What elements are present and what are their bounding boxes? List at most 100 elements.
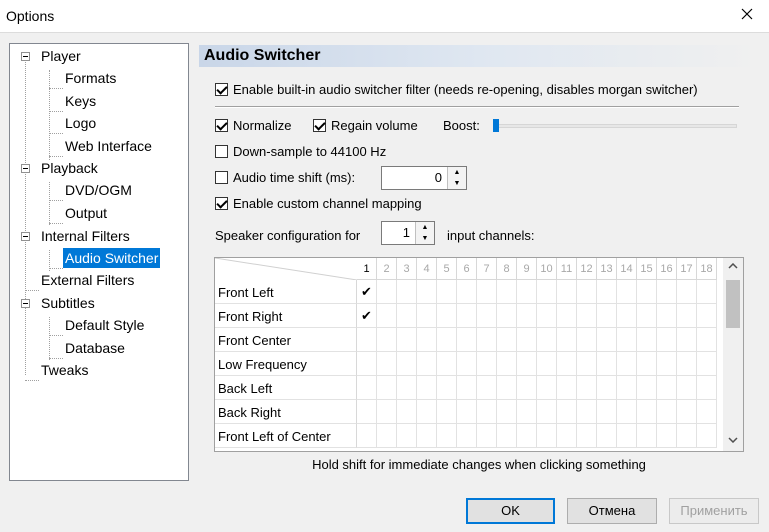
mapping-cell[interactable] xyxy=(457,400,477,424)
mapping-cell[interactable] xyxy=(637,304,657,328)
mapping-cell[interactable] xyxy=(657,304,677,328)
mapping-cell[interactable] xyxy=(637,424,657,448)
mapping-cell[interactable] xyxy=(617,304,637,328)
tree-item-dvd-ogm[interactable]: DVD/OGM xyxy=(65,180,132,200)
speaker-config-spinner[interactable]: 1 ▲ ▼ xyxy=(381,221,435,245)
tree-item-tweaks[interactable]: Tweaks xyxy=(41,360,88,380)
mapping-cell[interactable] xyxy=(577,352,597,376)
mapping-cell[interactable] xyxy=(357,424,377,448)
mapping-cell[interactable]: ✔ xyxy=(357,280,377,304)
mapping-cell[interactable] xyxy=(577,304,597,328)
tree-item-web-interface[interactable]: Web Interface xyxy=(65,136,152,156)
mapping-cell[interactable] xyxy=(597,280,617,304)
mapping-cell[interactable] xyxy=(517,352,537,376)
mapping-cell[interactable] xyxy=(377,304,397,328)
mapping-cell[interactable] xyxy=(677,328,697,352)
ok-button[interactable]: OK xyxy=(466,498,555,524)
mapping-cell[interactable] xyxy=(537,352,557,376)
mapping-cell[interactable] xyxy=(557,328,577,352)
mapping-cell[interactable] xyxy=(477,400,497,424)
mapping-cell[interactable] xyxy=(497,400,517,424)
mapping-cell[interactable] xyxy=(597,304,617,328)
mapping-cell[interactable] xyxy=(617,280,637,304)
mapping-cell[interactable] xyxy=(497,280,517,304)
mapping-cell[interactable] xyxy=(437,376,457,400)
mapping-cell[interactable]: ✔ xyxy=(357,304,377,328)
checkbox-box[interactable] xyxy=(215,83,228,96)
mapping-cell[interactable] xyxy=(517,400,537,424)
tree-item-output[interactable]: Output xyxy=(65,203,107,223)
mapping-cell[interactable] xyxy=(557,352,577,376)
tree-item-formats[interactable]: Formats xyxy=(65,68,116,88)
mapping-cell[interactable] xyxy=(677,376,697,400)
minus-icon[interactable] xyxy=(21,232,30,241)
mapping-cell[interactable] xyxy=(597,424,617,448)
mapping-cell[interactable] xyxy=(457,304,477,328)
scrollbar-thumb[interactable] xyxy=(726,280,740,328)
mapping-cell[interactable] xyxy=(637,352,657,376)
mapping-cell[interactable] xyxy=(397,424,417,448)
mapping-cell[interactable] xyxy=(437,424,457,448)
mapping-cell[interactable] xyxy=(537,424,557,448)
checkbox-box[interactable] xyxy=(313,119,326,132)
boost-slider-thumb[interactable] xyxy=(493,119,499,132)
mapping-cell[interactable] xyxy=(377,328,397,352)
mapping-cell[interactable] xyxy=(697,352,717,376)
mapping-cell[interactable] xyxy=(477,376,497,400)
mapping-cell[interactable] xyxy=(517,280,537,304)
mapping-cell[interactable] xyxy=(477,328,497,352)
mapping-cell[interactable] xyxy=(677,424,697,448)
mapping-cell[interactable] xyxy=(497,424,517,448)
mapping-cell[interactable] xyxy=(497,328,517,352)
mapping-cell[interactable] xyxy=(537,400,557,424)
mapping-cell[interactable] xyxy=(657,280,677,304)
mapping-cell[interactable] xyxy=(577,424,597,448)
mapping-cell[interactable] xyxy=(577,376,597,400)
tree-item-audio-switcher[interactable]: Audio Switcher xyxy=(63,248,161,268)
mapping-cell[interactable] xyxy=(357,400,377,424)
mapping-cell[interactable] xyxy=(517,424,537,448)
mapping-cell[interactable] xyxy=(437,304,457,328)
mapping-cell[interactable] xyxy=(457,424,477,448)
mapping-cell[interactable] xyxy=(537,304,557,328)
tree-item-subtitles[interactable]: Subtitles xyxy=(41,293,95,313)
channel-mapping-grid[interactable]: 1 2 3 4 5 6 7 8 9 10 11 12 13 14 15 16 17 18 Front Left ✔ Fr… xyxy=(214,257,744,452)
mapping-cell[interactable] xyxy=(537,376,557,400)
mapping-cell[interactable] xyxy=(597,352,617,376)
mapping-cell[interactable] xyxy=(577,280,597,304)
mapping-cell[interactable] xyxy=(557,376,577,400)
arrow-down-icon[interactable]: ▼ xyxy=(416,233,434,244)
tree-item-playback[interactable]: Playback xyxy=(41,158,98,178)
mapping-cell[interactable] xyxy=(437,352,457,376)
time-shift-spinner[interactable]: 0 ▲ ▼ xyxy=(381,166,467,190)
checkbox-box[interactable] xyxy=(215,119,228,132)
minus-icon[interactable] xyxy=(21,299,30,308)
mapping-cell[interactable] xyxy=(397,280,417,304)
mapping-cell[interactable] xyxy=(377,400,397,424)
mapping-cell[interactable] xyxy=(517,376,537,400)
mapping-cell[interactable] xyxy=(437,400,457,424)
mapping-cell[interactable] xyxy=(597,400,617,424)
mapping-cell[interactable] xyxy=(697,376,717,400)
mapping-cell[interactable] xyxy=(617,400,637,424)
mapping-cell[interactable] xyxy=(477,352,497,376)
mapping-cell[interactable] xyxy=(557,400,577,424)
mapping-cell[interactable] xyxy=(657,352,677,376)
mapping-cell[interactable] xyxy=(637,400,657,424)
mapping-cell[interactable] xyxy=(517,328,537,352)
boost-slider-track[interactable] xyxy=(493,124,737,128)
cancel-button[interactable]: Отмена xyxy=(567,498,657,524)
mapping-cell[interactable] xyxy=(657,328,677,352)
chevron-down-icon[interactable] xyxy=(723,432,743,450)
mapping-cell[interactable] xyxy=(697,304,717,328)
mapping-cell[interactable] xyxy=(417,304,437,328)
mapping-cell[interactable] xyxy=(657,376,677,400)
mapping-cell[interactable] xyxy=(577,400,597,424)
mapping-cell[interactable] xyxy=(457,376,477,400)
checkbox-box[interactable] xyxy=(215,171,228,184)
mapping-cell[interactable] xyxy=(397,352,417,376)
mapping-cell[interactable] xyxy=(417,376,437,400)
minus-icon[interactable] xyxy=(21,164,30,173)
mapping-cell[interactable] xyxy=(377,280,397,304)
mapping-cell[interactable] xyxy=(517,304,537,328)
